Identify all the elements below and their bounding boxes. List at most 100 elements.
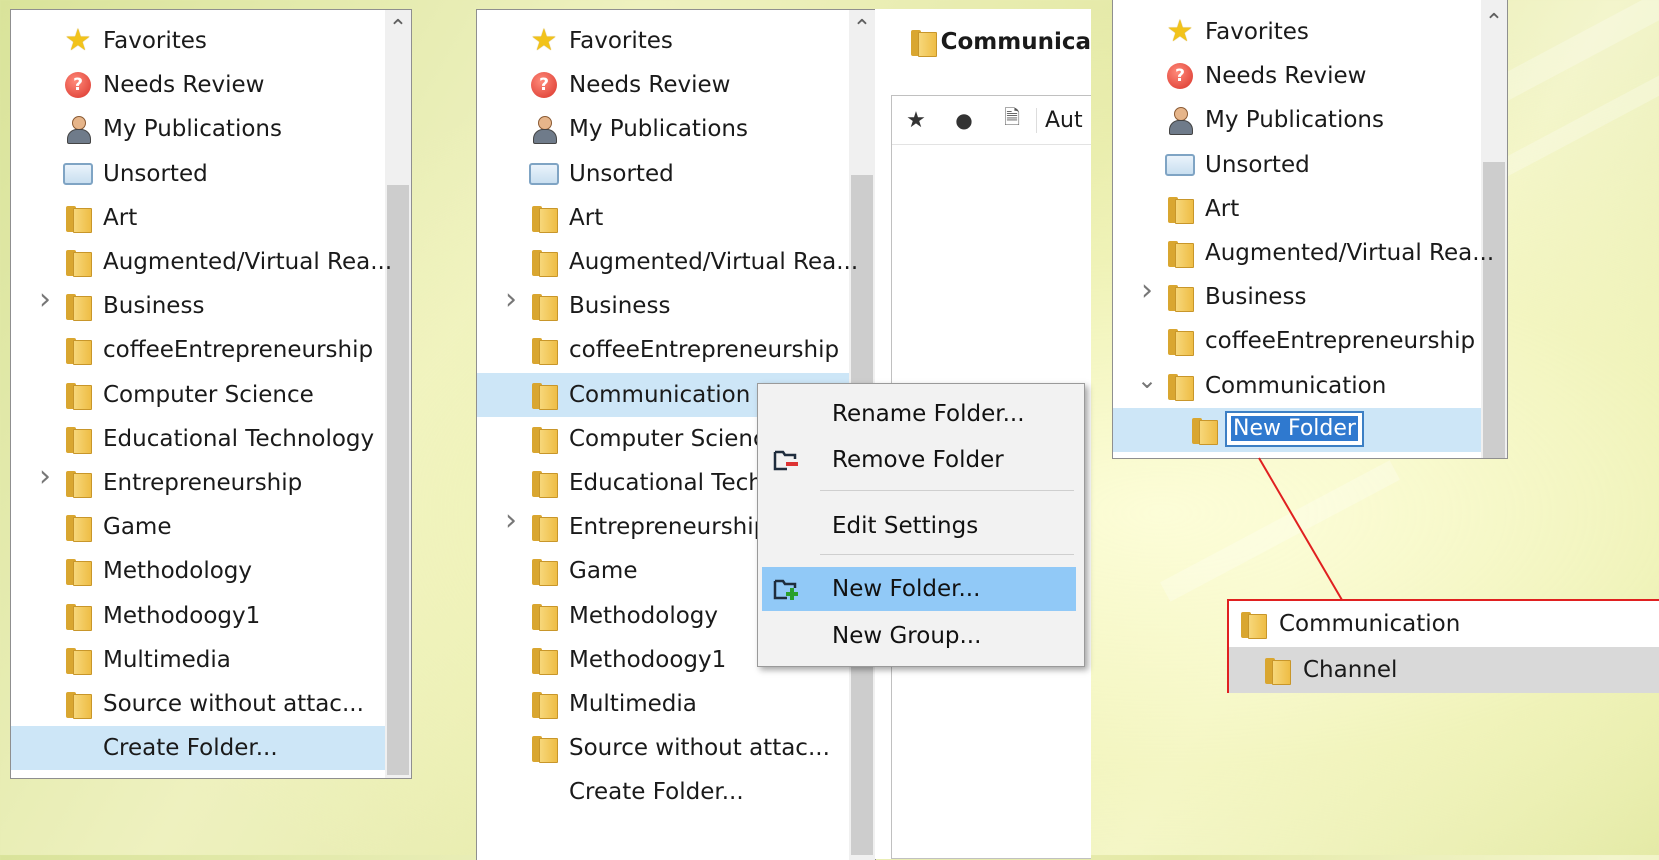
document-column-icon[interactable]: 🗎 xyxy=(988,103,1036,137)
tree-item-augmented-virtual-rea[interactable]: Augmented/Virtual Rea... xyxy=(1113,231,1494,275)
tree-item-multimedia[interactable]: Multimedia xyxy=(11,638,385,682)
tree-item-favorites[interactable]: ★ Favorites xyxy=(477,19,849,63)
read-status-column-icon[interactable]: ● xyxy=(940,108,988,132)
callout-parent-label: Communication xyxy=(1279,611,1461,637)
tree-item-label: Source without attac... xyxy=(103,691,364,717)
authors-column-header[interactable]: Aut xyxy=(1036,107,1083,133)
tree-item-label: Methodoogy1 xyxy=(569,646,727,673)
tree-item-methodology[interactable]: Methodology xyxy=(11,549,385,593)
tree-item-unsorted[interactable]: Unsorted xyxy=(1113,143,1481,187)
tree-item-unsorted[interactable]: Unsorted xyxy=(477,152,849,196)
scroll-up-icon[interactable]: ⌃ xyxy=(849,16,875,41)
tree-item-my-publications[interactable]: My Publications xyxy=(1113,98,1481,142)
tree-item-game[interactable]: Game xyxy=(11,505,385,549)
tray-icon xyxy=(63,159,93,189)
tree-item-new-folder[interactable]: New Folder xyxy=(1113,407,1481,452)
tree-item-augmented-virtual-rea[interactable]: Augmented/Virtual Rea... xyxy=(11,240,392,284)
tree-item-needs-review[interactable]: ? Needs Review xyxy=(11,63,385,107)
tree-item-label: Unsorted xyxy=(1205,151,1310,178)
scroll-up-icon[interactable]: ⌃ xyxy=(385,16,411,41)
expand-chevron-icon[interactable]: › xyxy=(501,503,521,538)
menu-item-rename-folder[interactable]: Rename Folder... xyxy=(762,392,1076,436)
tree-item-business[interactable]: › Business xyxy=(477,282,849,328)
folder-icon xyxy=(529,689,559,719)
tree-item-needs-review[interactable]: ? Needs Review xyxy=(1113,54,1481,98)
folder-icon xyxy=(63,468,93,498)
folder-tree-panel-1: ⌃ ★ Favorites? Needs Review My Publications… xyxy=(10,9,412,779)
menu-item-new-folder[interactable]: New Folder... xyxy=(762,567,1076,611)
tree-item-label: Game xyxy=(569,558,638,585)
tree-item-computer-science[interactable]: Computer Science xyxy=(11,373,385,417)
callout-child-row[interactable]: Channel xyxy=(1229,647,1659,693)
callout-parent-row[interactable]: Communication xyxy=(1229,601,1659,647)
tree-item-label: Augmented/Virtual Rea... xyxy=(569,249,859,275)
tree-item-source-without-attac[interactable]: Source without attac... xyxy=(11,682,385,726)
tree-item-create-folder[interactable]: Create Folder... xyxy=(11,726,385,771)
tree-item-favorites[interactable]: ★ Favorites xyxy=(11,19,385,63)
folder-icon xyxy=(63,512,93,543)
new-folder-icon xyxy=(772,576,802,602)
tree-item-label: Computer Science xyxy=(103,381,314,408)
tree-item-coffeeentrepreneurship[interactable]: coffeeEntrepreneurship xyxy=(1113,319,1481,363)
tree-item-multimedia[interactable]: Multimedia xyxy=(477,682,849,726)
tree-item-business[interactable]: › Business xyxy=(11,282,385,328)
tree-item-label: Unsorted xyxy=(569,160,674,187)
folder-icon xyxy=(529,601,559,631)
tree-item-favorites[interactable]: ★ Favorites xyxy=(1113,10,1481,54)
tree-item-augmented-virtual-rea[interactable]: Augmented/Virtual Rea... xyxy=(477,240,858,284)
tree-item-label: Methodology xyxy=(569,602,719,629)
tree-item-label: Source without attac... xyxy=(569,735,830,762)
menu-separator xyxy=(820,490,1074,491)
tree-item-label: Computer Science xyxy=(569,425,780,452)
scrollbar[interactable]: ⌃ xyxy=(385,10,411,778)
tree-item-my-publications[interactable]: My Publications xyxy=(477,107,849,151)
tree-item-label: Favorites xyxy=(569,28,673,54)
tree-item-entrepreneurship[interactable]: › Entrepreneurship xyxy=(11,459,385,505)
folder-rename-text: New Folder xyxy=(1231,416,1358,442)
tree-item-art[interactable]: Art xyxy=(1113,187,1481,231)
tree-item-coffeeentrepreneurship[interactable]: coffeeEntrepreneurship xyxy=(11,328,385,372)
folder-icon xyxy=(1165,326,1195,357)
tree-item-create-folder[interactable]: Create Folder... xyxy=(477,770,849,814)
tree-item-label: Augmented/Virtual Rea... xyxy=(1205,240,1495,266)
tree-item-art[interactable]: Art xyxy=(477,196,849,240)
tree-item-unsorted[interactable]: Unsorted xyxy=(11,152,385,196)
folder-icon xyxy=(1189,415,1219,445)
folder-icon xyxy=(529,468,559,498)
menu-item-label: Edit Settings xyxy=(832,513,979,539)
menu-item-remove-folder[interactable]: Remove Folder xyxy=(762,438,1076,482)
expand-chevron-icon[interactable]: › xyxy=(35,459,55,494)
folder-icon xyxy=(1165,282,1195,313)
tree-item-methodoogy1[interactable]: Methodoogy1 xyxy=(11,594,385,638)
detail-header: Communica xyxy=(875,9,1091,75)
tree-item-coffeeentrepreneurship[interactable]: coffeeEntrepreneurship xyxy=(477,328,849,372)
tray-icon xyxy=(529,159,559,189)
remove-folder-icon xyxy=(772,447,802,473)
tree-item-source-without-attac[interactable]: Source without attac... xyxy=(477,726,849,770)
person-icon xyxy=(63,114,93,145)
tree-item-needs-review[interactable]: ? Needs Review xyxy=(477,63,849,107)
tree-item-educational-technology[interactable]: Educational Technology xyxy=(11,417,385,461)
tree-item-label: Business xyxy=(103,293,205,320)
folder-icon xyxy=(529,335,559,366)
expand-chevron-icon[interactable]: › xyxy=(501,282,521,317)
folder-icon xyxy=(529,733,559,764)
expand-chevron-icon[interactable]: › xyxy=(35,282,55,317)
scrollbar-thumb[interactable] xyxy=(1483,162,1505,458)
menu-item-edit-settings[interactable]: Edit Settings xyxy=(762,504,1076,548)
tree-item-label: Unsorted xyxy=(103,160,208,187)
folder-icon xyxy=(63,380,93,410)
menu-item-new-group[interactable]: New Group... xyxy=(762,614,1076,658)
folder-rename-input[interactable]: New Folder xyxy=(1225,410,1364,447)
expand-chevron-icon[interactable]: › xyxy=(1137,273,1157,308)
person-icon xyxy=(1165,105,1195,136)
tree-item-label: Needs Review xyxy=(1205,63,1367,90)
collapse-chevron-icon[interactable]: ⌄ xyxy=(1137,366,1157,394)
tree-item-art[interactable]: Art xyxy=(11,196,385,240)
tree-item-business[interactable]: › Business xyxy=(1113,273,1481,319)
favorite-column-icon[interactable]: ★ xyxy=(892,108,940,133)
scrollbar[interactable]: ⌃ xyxy=(1481,0,1507,458)
scroll-up-icon[interactable]: ⌃ xyxy=(1481,10,1507,35)
tree-item-my-publications[interactable]: My Publications xyxy=(11,107,385,151)
tree-item-communication[interactable]: ⌄ Communication xyxy=(1113,364,1481,408)
